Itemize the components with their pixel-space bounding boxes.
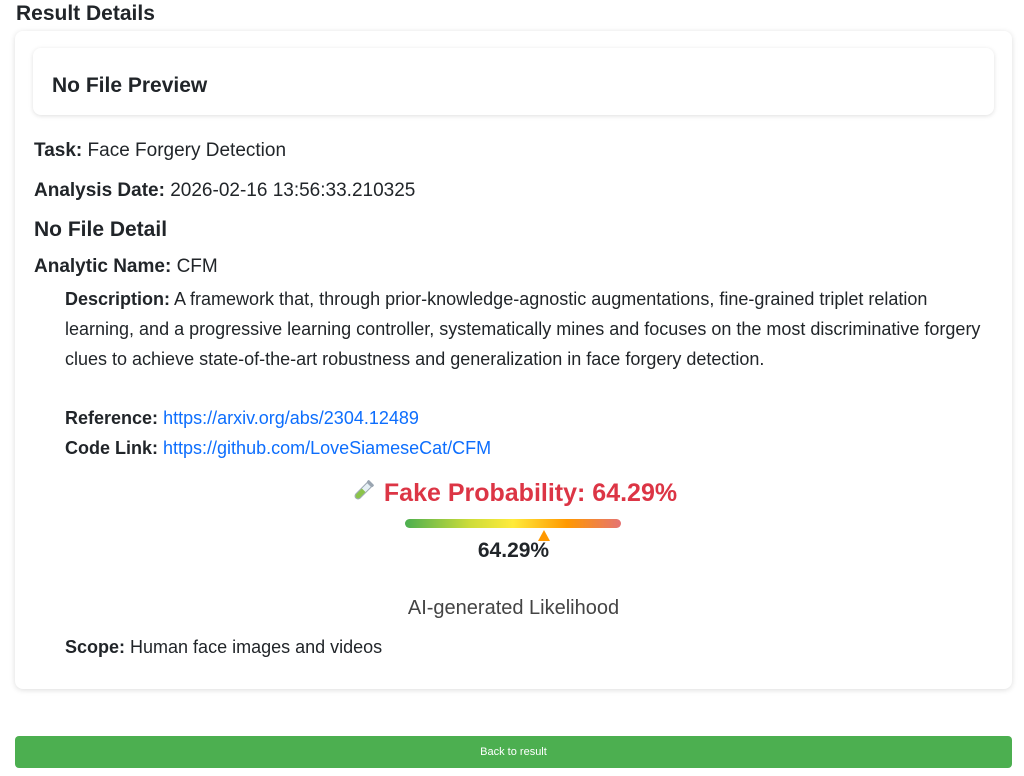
preview-title: No File Preview: [52, 74, 208, 97]
code-link-row: Code Link: https://github.com/LoveSiames…: [65, 438, 491, 459]
reference-label: Reference:: [65, 408, 159, 428]
description-label: Description:: [65, 289, 171, 309]
file-detail-heading: No File Detail: [34, 218, 168, 241]
reference-link[interactable]: https://arxiv.org/abs/2304.12489: [163, 408, 419, 428]
scope-label: Scope:: [65, 637, 126, 657]
description-text: A framework that, through prior-knowledg…: [65, 289, 981, 369]
fake-probability-heading: Fake Probability: 64.29%: [15, 478, 1012, 511]
test-tube-icon: [350, 478, 376, 511]
gauge-caption: AI-generated Likelihood: [407, 597, 620, 619]
page-heading: Result Details: [16, 2, 155, 25]
result-card: No File Preview Task: Face Forgery Detec…: [15, 31, 1012, 689]
analytic-name-value: CFM: [176, 256, 218, 277]
description-block: Description: A framework that, through p…: [65, 284, 995, 374]
code-link[interactable]: https://github.com/LoveSiameseCat/CFM: [163, 438, 491, 458]
fake-probability-title: Fake Probability: 64.29%: [383, 479, 678, 507]
analysis-date-value: 2026-02-16 13:56:33.210325: [170, 180, 416, 201]
analytic-name-row: Analytic Name: CFM: [34, 256, 218, 278]
task-row: Task: Face Forgery Detection: [34, 140, 286, 162]
task-label: Task:: [34, 140, 83, 161]
analysis-date-row: Analysis Date: 2026-02-16 13:56:33.21032…: [34, 180, 415, 202]
scope-value: Human face images and videos: [130, 637, 383, 657]
code-link-label: Code Link:: [65, 438, 158, 458]
analysis-date-label: Analysis Date:: [34, 180, 165, 201]
scope-row: Scope: Human face images and videos: [65, 637, 382, 658]
file-preview-card: No File Preview: [33, 48, 994, 115]
likelihood-gauge-bar: [405, 519, 621, 528]
reference-row: Reference: https://arxiv.org/abs/2304.12…: [65, 408, 419, 429]
back-to-result-button[interactable]: Back to result: [15, 736, 1012, 768]
analytic-name-label: Analytic Name:: [34, 256, 172, 277]
gauge-value: 64.29%: [477, 539, 550, 562]
task-value: Face Forgery Detection: [87, 140, 287, 161]
